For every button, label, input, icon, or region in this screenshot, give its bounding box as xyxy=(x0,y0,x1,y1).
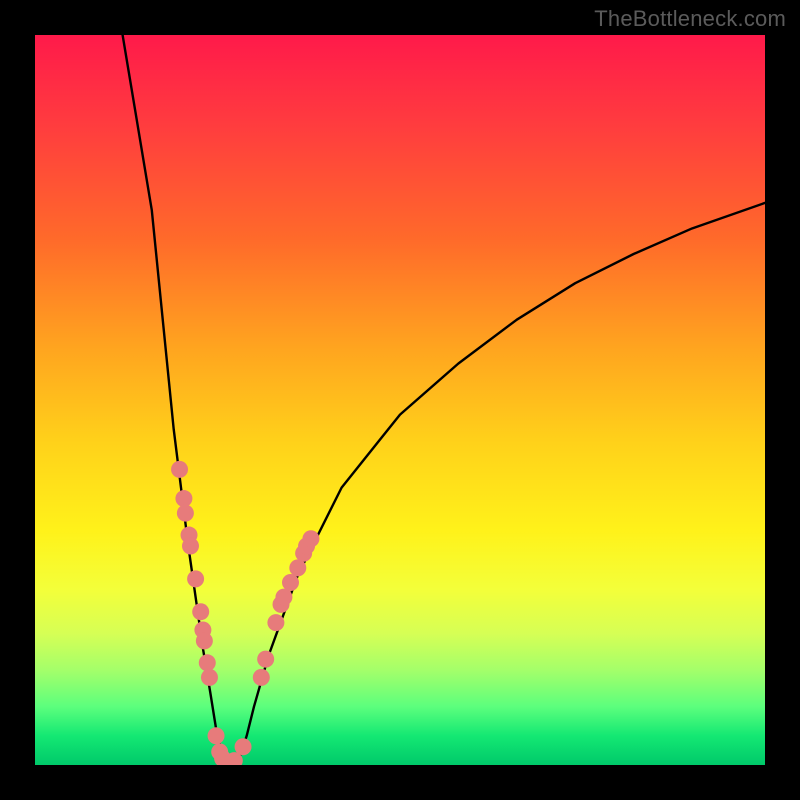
highlight-dot xyxy=(175,490,192,507)
highlight-dot xyxy=(289,559,306,576)
highlight-dot xyxy=(267,614,284,631)
highlight-dot xyxy=(235,738,252,755)
highlight-dot xyxy=(282,574,299,591)
bottleneck-curve xyxy=(123,35,765,763)
highlight-dot xyxy=(177,505,194,522)
highlight-dot xyxy=(302,530,319,547)
highlight-dot xyxy=(201,669,218,686)
highlight-dots xyxy=(171,461,319,765)
highlight-dot xyxy=(257,651,274,668)
highlight-dot xyxy=(192,603,209,620)
chart-svg xyxy=(35,35,765,765)
highlight-dot xyxy=(275,589,292,606)
watermark-text: TheBottleneck.com xyxy=(594,6,786,32)
outer-frame: TheBottleneck.com xyxy=(0,0,800,800)
plot-area xyxy=(35,35,765,765)
highlight-dot xyxy=(187,570,204,587)
highlight-dot xyxy=(171,461,188,478)
highlight-dot xyxy=(208,727,225,744)
highlight-dot xyxy=(253,669,270,686)
highlight-dot xyxy=(196,632,213,649)
highlight-dot xyxy=(182,538,199,555)
highlight-dot xyxy=(199,654,216,671)
